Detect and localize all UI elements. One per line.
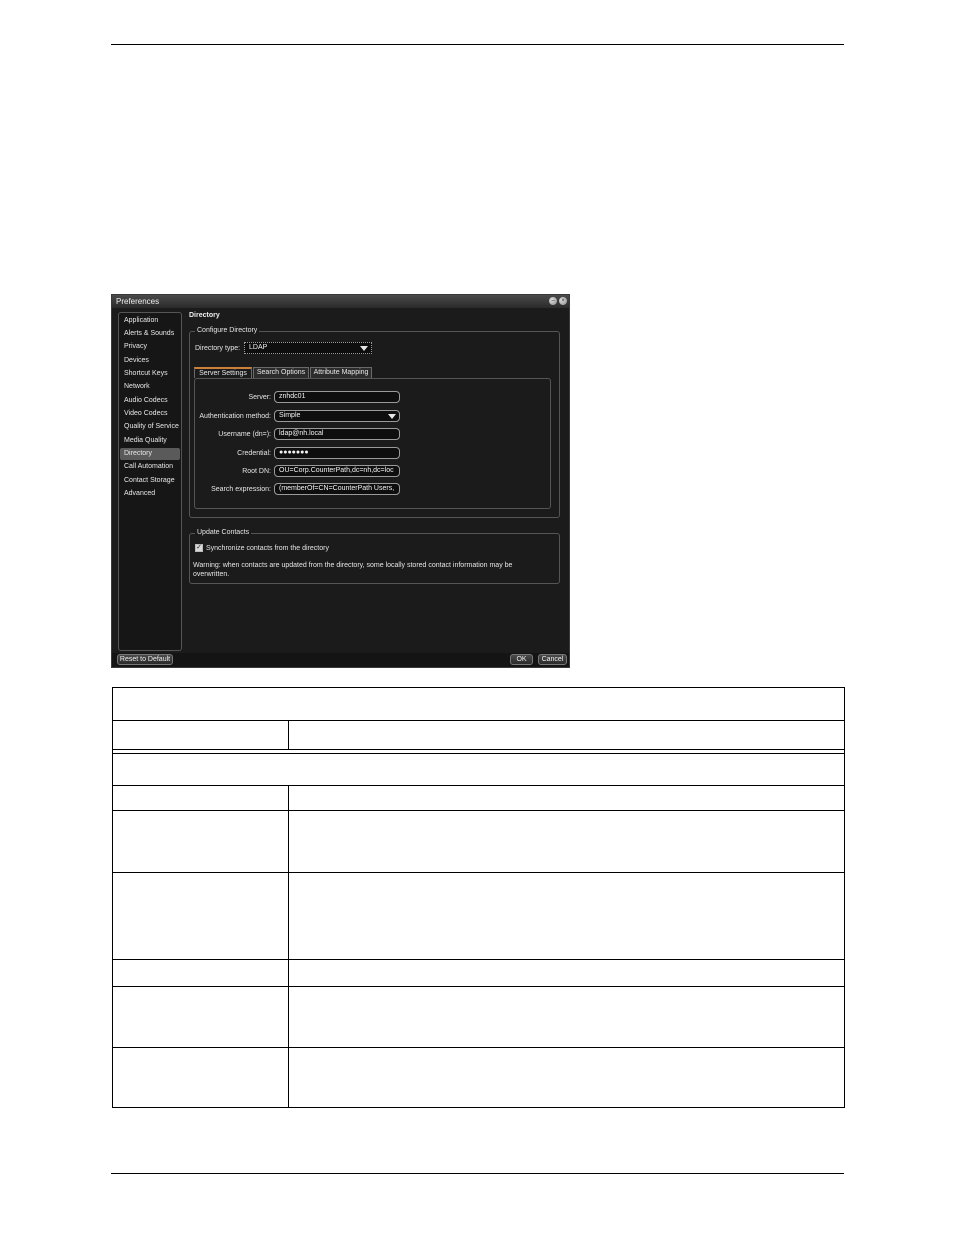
table-column-rule	[288, 785, 289, 1107]
sidebar-item-devices[interactable]: Devices	[120, 355, 180, 367]
table-rule	[113, 749, 844, 750]
close-icon[interactable]: ×	[559, 297, 567, 305]
username-label: Username (dn=):	[218, 431, 271, 438]
auth-method-value: Simple	[279, 412, 301, 419]
credential-label: Credential:	[237, 450, 271, 457]
server-field[interactable]: znhdc01	[274, 391, 400, 403]
page-title: Directory	[189, 312, 220, 319]
sidebar-item-contact-storage[interactable]: Contact Storage	[120, 475, 180, 487]
sidebar-item-call-automation[interactable]: Call Automation	[120, 461, 180, 473]
directory-type-select[interactable]: LDAP	[244, 342, 372, 354]
sidebar-item-media-quality[interactable]: Media Quality	[120, 435, 180, 447]
credential-field[interactable]: ●●●●●●●	[274, 447, 400, 459]
directory-type-label: Directory type:	[195, 345, 241, 352]
sidebar-item-shortcut-keys[interactable]: Shortcut Keys	[120, 368, 180, 380]
sidebar-item-privacy[interactable]: Privacy	[120, 341, 180, 353]
sidebar-item-quality-of-service[interactable]: Quality of Service	[120, 421, 180, 433]
sidebar-item-network[interactable]: Network	[120, 381, 180, 393]
sidebar-item-alerts-sounds[interactable]: Alerts & Sounds	[120, 328, 180, 340]
configure-directory-label: Configure Directory	[195, 327, 260, 334]
sidebar: Application Alerts & Sounds Privacy Devi…	[118, 312, 182, 651]
overwrite-warning: Warning: when contacts are updated from …	[193, 562, 513, 578]
table-rule	[113, 753, 844, 754]
sidebar-item-advanced[interactable]: Advanced	[120, 488, 180, 500]
search-expression-field[interactable]: (memberOf=CN=CounterPath Users,	[274, 483, 400, 495]
chevron-down-icon	[360, 346, 368, 351]
footer-rule	[111, 1173, 844, 1174]
directory-type-value: LDAP	[249, 344, 268, 351]
reset-to-default-button[interactable]: Reset to Default	[117, 654, 173, 665]
root-dn-label: Root DN:	[242, 468, 271, 475]
table-rule	[113, 959, 844, 960]
table-rule	[113, 720, 844, 721]
sidebar-item-application[interactable]: Application	[120, 315, 180, 327]
title-bar: Preferences – ×	[112, 295, 569, 308]
bottom-bar: Reset to Default OK Cancel	[112, 653, 569, 667]
sync-contacts-label: Synchronize contacts from the directory	[206, 545, 329, 552]
table-rule	[113, 986, 844, 987]
preferences-window: Preferences – × Application Alerts & Sou…	[111, 294, 570, 668]
tab-attribute-mapping[interactable]: Attribute Mapping	[310, 367, 372, 378]
sidebar-item-video-codecs[interactable]: Video Codecs	[120, 408, 180, 420]
table-rule	[113, 810, 844, 811]
header-rule	[111, 44, 844, 45]
table-column-rule	[288, 720, 289, 750]
sync-contacts-checkbox[interactable]: ✓	[195, 544, 203, 552]
search-expression-label: Search expression:	[211, 486, 271, 493]
username-field[interactable]: ldap@nh.local	[274, 428, 400, 440]
ok-button[interactable]: OK	[510, 654, 533, 665]
minimize-icon[interactable]: –	[549, 297, 557, 305]
settings-table	[112, 687, 845, 1108]
table-rule	[113, 1047, 844, 1048]
table-rule	[113, 872, 844, 873]
root-dn-field[interactable]: OU=Corp.CounterPath,dc=nh,dc=loc	[274, 465, 400, 477]
table-rule	[113, 785, 844, 786]
server-label: Server:	[248, 394, 271, 401]
sidebar-item-audio-codecs[interactable]: Audio Codecs	[120, 395, 180, 407]
tab-server-settings[interactable]: Server Settings	[194, 367, 252, 378]
update-contacts-label: Update Contacts	[195, 529, 252, 536]
sidebar-item-directory[interactable]: Directory	[120, 448, 180, 460]
cancel-button[interactable]: Cancel	[538, 654, 567, 665]
auth-method-select[interactable]: Simple	[274, 410, 400, 422]
tab-search-options[interactable]: Search Options	[253, 367, 309, 378]
window-title: Preferences	[116, 297, 160, 306]
chevron-down-icon	[388, 414, 396, 419]
auth-method-label: Authentication method:	[199, 413, 271, 420]
